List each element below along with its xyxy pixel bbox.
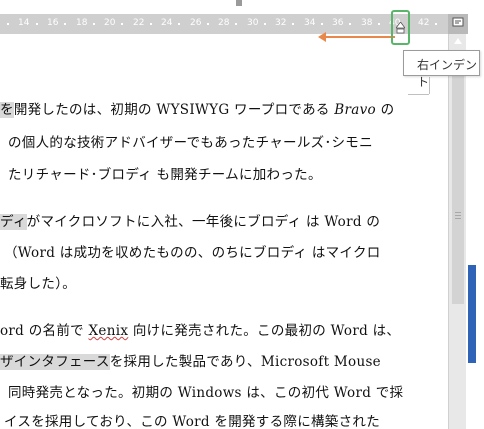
text-line-8[interactable]: ザインタフェースを採用した製品であり、Microsoft Mouse — [0, 350, 381, 370]
annotation-arrow — [323, 36, 395, 38]
ruler-dot — [36, 23, 38, 25]
ruler-dot — [121, 23, 123, 25]
ruler-tick-label: 34 — [304, 18, 316, 28]
ruler-icon — [452, 17, 464, 27]
ruler-tick-label: 32 — [275, 18, 287, 28]
line-text: を採用した製品であり、Microsoft Mouse — [109, 354, 381, 370]
margin-guide — [408, 94, 429, 95]
text-line-10[interactable]: イスを採用しており、この Word を開発する際に構築された — [4, 410, 380, 429]
line-text: ord の名前で — [0, 323, 89, 339]
ruler-dot — [178, 23, 180, 25]
text-line-7[interactable]: ord の名前で Xenix 向けに発売された。この最初の Word は、 — [0, 319, 400, 339]
ruler-tick-label: 18 — [76, 18, 88, 28]
resize-handle-top[interactable] — [236, 0, 242, 6]
ruler-tick-label: 24 — [161, 18, 173, 28]
line-text: イスを採用しており、この Word を開発する際に構築された — [4, 414, 381, 429]
scrollbar-grip — [455, 212, 461, 213]
scrollbar-thumb[interactable] — [452, 76, 464, 304]
scroll-position-indicator — [468, 265, 476, 363]
ruler-tick-label: 14 — [18, 18, 30, 28]
ruler-tick-label: 38 — [361, 18, 373, 28]
ruler-dot — [235, 23, 237, 25]
line-text: 開発したのは、初期の WYSIWYG ワープロである — [13, 102, 335, 118]
ruler-toggle-button[interactable] — [448, 14, 468, 34]
text-line-9[interactable]: 同時発売となった。初期の Windows は、この初代 Word で採 — [8, 381, 403, 401]
document-window: 14 16 18 20 22 24 26 28 30 32 34 36 38 4… — [0, 0, 484, 429]
line-text: 転身した）。 — [0, 276, 77, 292]
ruler-tick-label: 30 — [247, 18, 259, 28]
line-text: がマイクロソフトに入社、一年後にブロディ は Word の — [26, 214, 381, 230]
ruler-tick-label: 36 — [332, 18, 344, 28]
scroll-up-icon[interactable] — [453, 36, 463, 46]
text-line-4[interactable]: ディがマイクロソフトに入社、一年後にブロディ は Word の — [0, 210, 380, 230]
right-panel-edge — [466, 34, 484, 429]
line-text-end: 向けに発売された。この最初の Word は、 — [128, 323, 401, 339]
misspelled-word[interactable]: Xenix — [89, 323, 129, 339]
ruler-dot — [321, 23, 323, 25]
ruler-tick-label: 42 — [418, 18, 430, 28]
text-line-2[interactable]: の個人的な技術アドバイザーでもあったチャールズ･シモニ — [8, 131, 373, 151]
ruler-dot — [378, 23, 380, 25]
annotation-arrow-head — [318, 32, 326, 42]
ruler-dot — [93, 23, 95, 25]
ruler-dot — [207, 23, 209, 25]
margin-guide — [429, 77, 430, 94]
ruler-dot — [264, 23, 266, 25]
line-text: の個人的な技術アドバイザーでもあったチャールズ･シモニ — [8, 135, 373, 151]
ruler-tick-label: 26 — [190, 18, 202, 28]
horizontal-ruler[interactable]: 14 16 18 20 22 24 26 28 30 32 34 36 38 4… — [0, 14, 448, 34]
text-line-3[interactable]: たリチャード･ブロディ も開発チームに加わった。 — [8, 163, 322, 183]
scrollbar-grip — [455, 215, 461, 216]
ruler-dot — [292, 23, 294, 25]
italic-text: Bravo — [334, 102, 376, 118]
line-text-end: の — [375, 102, 395, 118]
ruler-dot — [349, 23, 351, 25]
line-text: たリチャード･ブロディ も開発チームに加わった。 — [8, 167, 322, 183]
ruler-dot — [7, 23, 9, 25]
ruler-tick-label: 22 — [133, 18, 145, 28]
ruler-dot — [150, 23, 152, 25]
ruler-dot — [435, 23, 437, 25]
text-line-5[interactable]: （Word は成功を収めたものの、のちにブロディ はマイクロ — [4, 241, 381, 261]
selected-text: ザインタフェース — [0, 354, 110, 370]
scrollbar-grip — [455, 218, 461, 219]
selected-text: ディ — [0, 214, 27, 230]
selected-text: を — [0, 102, 14, 118]
ruler-tick-label: 16 — [47, 18, 59, 28]
line-text: 同時発売となった。初期の Windows は、この初代 Word で採 — [8, 385, 404, 401]
right-indent-marker-icon[interactable] — [396, 22, 405, 34]
tooltip: 右インデント — [403, 50, 480, 89]
text-line-1[interactable]: を開発したのは、初期の WYSIWYG ワープロである Bravo の — [0, 98, 394, 118]
vertical-scrollbar[interactable] — [448, 34, 467, 429]
ruler-tick-label: 20 — [104, 18, 116, 28]
text-line-6[interactable]: 転身した）。 — [0, 272, 76, 292]
line-text: （Word は成功を収めたものの、のちにブロディ はマイクロ — [4, 245, 381, 261]
ruler-tick-label: 28 — [218, 18, 230, 28]
ruler-dot — [64, 23, 66, 25]
